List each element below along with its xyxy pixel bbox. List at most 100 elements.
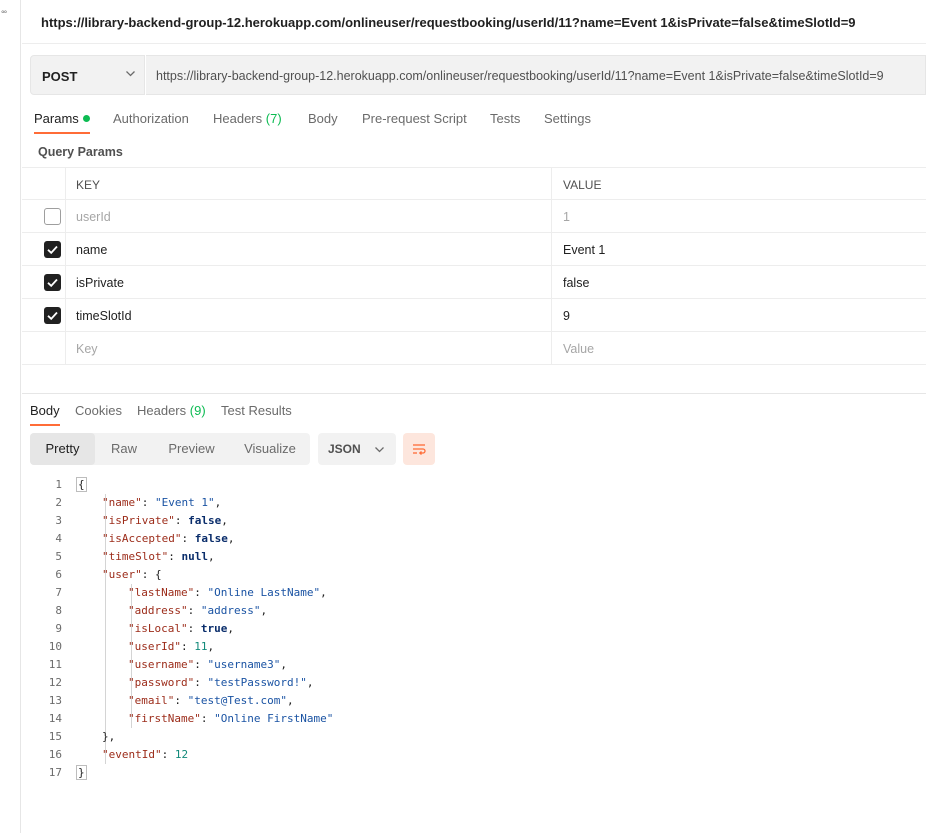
code-line: 11 "username": "username3", (30, 656, 926, 674)
code-text: "firstName": "Online FirstName" (128, 712, 334, 725)
tab-authorization[interactable]: Authorization (113, 111, 189, 126)
code-line: 14 "firstName": "Online FirstName" (30, 710, 926, 728)
tab-pre-request-script[interactable]: Pre-request Script (362, 111, 467, 126)
checkmark-icon (47, 245, 58, 255)
code-text: "email": "test@Test.com", (128, 694, 294, 707)
tab-response-headers[interactable]: Headers (9) (137, 403, 206, 418)
param-value: false (563, 276, 590, 290)
code-line: 6 "user": { (30, 566, 926, 584)
pane-divider[interactable] (22, 393, 926, 394)
code-text: "user": { (102, 568, 162, 581)
format-label: JSON (328, 442, 361, 456)
code-text: "userId": 11, (128, 640, 215, 653)
format-select[interactable]: JSON (318, 433, 396, 465)
tab-response-body[interactable]: Body (30, 403, 60, 418)
line-number: 13 (48, 694, 62, 707)
line-number: 12 (48, 676, 62, 689)
request-title-bar: https://library-backend-group-12.herokua… (22, 0, 926, 44)
code-text: "isLocal": true, (128, 622, 234, 635)
view-pretty[interactable]: Pretty (30, 433, 95, 465)
chevron-down-icon (375, 447, 384, 453)
param-value: 1 (563, 210, 570, 224)
line-number: 11 (48, 658, 62, 671)
tab-params[interactable]: Params (34, 111, 90, 126)
tab-headers[interactable]: Headers (7) (213, 111, 282, 126)
active-response-tab-underline (30, 424, 60, 426)
line-number: 3 (55, 514, 62, 527)
method-select[interactable]: POST (30, 55, 145, 95)
param-checkbox[interactable] (44, 274, 61, 291)
line-number: 9 (55, 622, 62, 635)
tab-tests[interactable]: Tests (490, 111, 520, 126)
line-number: 17 (48, 766, 62, 779)
wrap-lines-icon (413, 444, 426, 455)
code-line: 15}, (30, 728, 926, 746)
param-key: name (76, 243, 108, 257)
view-mode-segmented-control: Pretty Raw Preview Visualize (30, 433, 310, 465)
value-placeholder: Value (563, 342, 595, 356)
more-icon[interactable]: °° (1, 9, 7, 19)
table-row: timeSlotId 9 (22, 299, 926, 332)
code-text: } (76, 765, 87, 780)
new-value-input[interactable]: Value (553, 332, 926, 365)
request-tabs: Params Authorization Headers (7) Body Pr… (30, 104, 926, 136)
line-number: 10 (48, 640, 62, 653)
modified-dot-icon (82, 115, 90, 122)
main-panel: https://library-backend-group-12.herokua… (22, 0, 926, 833)
wrap-lines-button[interactable] (403, 433, 435, 465)
code-line: 4 "isAccepted": false, (30, 530, 926, 548)
new-key-input[interactable]: Key (66, 332, 552, 365)
code-text: "isPrivate": false, (102, 514, 228, 527)
chevron-down-icon (126, 71, 135, 77)
table-row: userId 1 (22, 200, 926, 233)
code-text: "name": "Event 1", (102, 496, 222, 509)
line-number: 6 (55, 568, 62, 581)
url-text: https://library-backend-group-12.herokua… (156, 69, 884, 83)
code-line: 1{ (30, 476, 926, 494)
response-body-editor[interactable]: 1{2 "name": "Event 1", 3 "isPrivate": false… (30, 476, 926, 786)
tab-cookies[interactable]: Cookies (75, 403, 122, 418)
line-number: 2 (55, 496, 62, 509)
code-line: 7 "lastName": "Online LastName", (30, 584, 926, 602)
code-text: "lastName": "Online LastName", (128, 586, 327, 599)
code-line: 2 "name": "Event 1", (30, 494, 926, 512)
view-visualize[interactable]: Visualize (230, 433, 310, 465)
request-title[interactable]: https://library-backend-group-12.herokua… (41, 15, 856, 30)
tab-test-results[interactable]: Test Results (221, 403, 292, 418)
line-number: 1 (55, 478, 62, 491)
left-rail: °° (0, 0, 21, 833)
table-row: name Event 1 (22, 233, 926, 266)
param-checkbox[interactable] (44, 208, 61, 225)
code-text: }, (102, 730, 116, 743)
view-preview[interactable]: Preview (153, 433, 230, 465)
tab-settings[interactable]: Settings (544, 111, 591, 126)
param-key: isPrivate (76, 276, 124, 290)
line-number: 4 (55, 532, 62, 545)
code-text: "username": "username3", (128, 658, 287, 671)
param-key: userId (76, 210, 111, 224)
code-text: "eventId": 12 (102, 748, 189, 761)
key-placeholder: Key (76, 342, 98, 356)
code-line: 5 "timeSlot": null, (30, 548, 926, 566)
code-text: { (76, 477, 87, 492)
line-number: 15 (48, 730, 62, 743)
query-params-label: Query Params (38, 145, 123, 159)
line-number: 5 (55, 550, 62, 563)
view-raw[interactable]: Raw (95, 433, 153, 465)
table-header-row: KEY VALUE (22, 167, 926, 201)
request-row: POST https://library-backend-group-12.he… (30, 55, 926, 95)
param-checkbox[interactable] (44, 241, 61, 258)
param-value: 9 (563, 309, 570, 323)
checkmark-icon (47, 278, 58, 288)
key-column-header: KEY (76, 178, 101, 192)
code-text: "password": "testPassword!", (128, 676, 314, 689)
param-value: Event 1 (563, 243, 606, 257)
code-line: 8 "address": "address", (30, 602, 926, 620)
code-line: 10 "userId": 11, (30, 638, 926, 656)
code-line: 13 "email": "test@Test.com", (30, 692, 926, 710)
url-input[interactable]: https://library-backend-group-12.herokua… (146, 55, 926, 95)
code-text: "timeSlot": null, (102, 550, 215, 563)
line-number: 8 (55, 604, 62, 617)
tab-body[interactable]: Body (308, 111, 338, 126)
param-checkbox[interactable] (44, 307, 61, 324)
